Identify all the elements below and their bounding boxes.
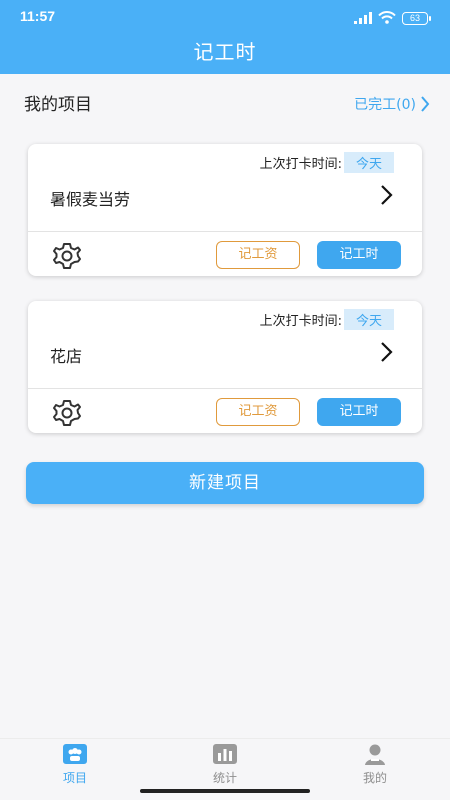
my-projects-heading: 我的项目 [24,95,92,115]
record-wage-button[interactable]: 记工资 [216,241,300,269]
project-card: 上次打卡时间: 今天 花店 记工资 记工时 [28,301,422,433]
settings-gear-icon[interactable] [52,241,82,271]
battery-icon: 63 [402,12,431,25]
status-bar: 11:57 63 [0,0,450,32]
settings-gear-icon[interactable] [52,398,82,428]
page-title: 记工时 [193,40,257,64]
last-punch: 上次打卡时间: 今天 [260,152,394,173]
profile-icon [365,744,385,765]
record-hours-button[interactable]: 记工时 [317,398,401,426]
last-punch-label: 上次打卡时间: [259,157,342,172]
status-icons: 63 [354,9,431,28]
last-punch-value: 今天 [343,152,394,173]
home-indicator [140,789,310,793]
last-punch: 上次打卡时间: 今天 [260,309,394,330]
tab-label: 我的 [362,771,387,785]
tab-label: 项目 [62,771,87,785]
project-name[interactable]: 暑假麦当劳 [50,186,130,210]
wifi-icon [378,9,396,28]
record-hours-button[interactable]: 记工时 [317,241,401,269]
completed-projects-link[interactable]: 已完工(0) [354,94,430,114]
project-card: 上次打卡时间: 今天 暑假麦当劳 记工资 记工时 [28,144,422,276]
completed-projects-label: 已完工(0) [354,97,416,113]
tab-stats[interactable]: 统计 [185,743,265,786]
app-header: 11:57 63 记工时 [0,0,450,74]
signal-icon [354,9,372,28]
record-wage-button[interactable]: 记工资 [216,398,300,426]
status-time: 11:57 [20,8,56,24]
projects-icon [63,744,87,764]
tab-projects[interactable]: 项目 [35,743,115,786]
tab-profile[interactable]: 我的 [335,743,415,786]
card-divider [28,231,422,232]
chevron-right-icon[interactable] [380,184,394,206]
chevron-right-icon [421,96,430,112]
project-name[interactable]: 花店 [50,343,82,367]
tab-label: 统计 [212,771,237,785]
stats-icon [213,744,237,764]
new-project-button[interactable]: 新建项目 [26,462,424,504]
card-divider [28,388,422,389]
chevron-right-icon[interactable] [380,341,394,363]
last-punch-value: 今天 [343,309,394,330]
last-punch-label: 上次打卡时间: [259,314,342,329]
